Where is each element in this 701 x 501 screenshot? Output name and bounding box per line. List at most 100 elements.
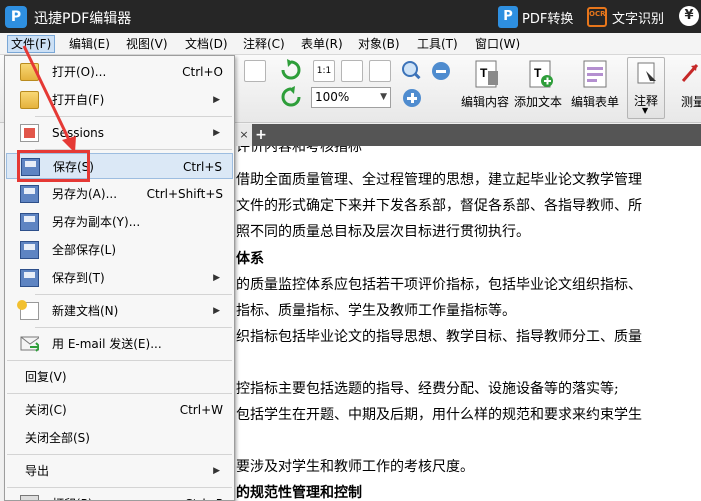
menu-item-export[interactable]: 导出 ▶ [6,458,233,484]
submenu-arrow-icon: ▶ [213,466,220,476]
menu-item-revert[interactable]: 回复(V) [6,364,233,390]
menu-item-new-document[interactable]: 新建文档(N) ▶ [6,298,233,324]
select-tool-icon[interactable] [244,60,266,82]
menu-item-label: 全部保存(L) [52,243,117,257]
menu-item-label: 打开自(F) [52,93,105,107]
menu-item-shortcut: Ctrl+S [182,160,222,174]
menu-item-save[interactable]: 保存(S) Ctrl+S [6,153,233,179]
menu-item-label: 关闭全部(S) [25,431,90,445]
title-bar: P 迅捷PDF编辑器 P PDF转换 OCR 文字识别 ¥ [0,0,701,33]
menu-item-open-from[interactable]: 打开自(F) ▶ [6,87,233,113]
file-menu-dropdown: 打开(O)... Ctrl+O 打开自(F) ▶ Sessions ▶ 保存(S… [4,55,235,501]
sessions-icon [20,124,39,142]
add-tab-button[interactable]: + [252,124,270,146]
menu-item-label: 保存(S) [53,160,94,174]
menu-item-sessions[interactable]: Sessions ▶ [6,120,233,146]
document-page: 评价内容和考核指标 借助全面质量管理、全过程管理的思想，建立起毕业论文教学管理 … [236,146,701,501]
submenu-arrow-icon: ▶ [213,128,220,138]
menu-item-shortcut: Ctrl+W [179,403,223,417]
edit-content-icon[interactable]: T [473,59,501,89]
menu-separator [35,294,232,295]
email-icon [20,336,39,352]
annotate-button[interactable]: 注释 ▼ [627,57,665,119]
save-to-icon [20,269,39,287]
menu-separator [35,327,232,328]
menu-item-label: 另存为(A)... [52,187,118,201]
menu-item-shortcut: Ctrl+O [182,65,223,79]
zoom-in-region-icon[interactable] [401,60,423,82]
rotate-counterclockwise-icon[interactable] [280,86,302,108]
menu-item-label: 新建文档(N) [52,304,119,318]
actual-size-icon[interactable]: 1:1 [313,60,335,82]
document-tab-bar: × + [236,124,701,146]
zoom-value: 100% [315,90,350,104]
menu-item-save-as[interactable]: 另存为(A)... Ctrl+Shift+S [6,181,233,207]
menu-view[interactable]: 视图(V) [123,35,171,53]
menu-item-shortcut: Ctrl+P [184,491,223,500]
menu-document[interactable]: 文档(D) [182,35,231,53]
menu-item-save-to[interactable]: 保存到(T) ▶ [6,265,233,291]
submenu-arrow-icon: ▶ [213,306,220,316]
pdf-convert-button[interactable]: P PDF转换 [498,5,573,29]
menu-item-label: 另存为副本(Y)... [52,215,141,229]
document-line: 织指标包括毕业论文的指导思想、教学目标、指导教师分工、质量 [236,329,642,345]
menu-item-email[interactable]: 用 E-mail 发送(E)... [6,331,233,357]
add-text-label[interactable]: 添加文本 [514,93,562,110]
document-line: 包括学生在开题、中期及后期，用什么样的规范和要求来约束学生 [236,407,642,423]
menu-edit[interactable]: 编辑(E) [66,35,113,53]
fit-width-icon[interactable] [369,60,391,82]
document-line: 照不同的质量总目标及层次目标进行贯彻执行。 [236,224,530,240]
menu-file[interactable]: 文件(F) [7,35,56,53]
menu-item-label: 保存到(T) [52,271,105,285]
pdf-convert-icon: P [498,6,518,28]
annotate-icon [637,62,656,84]
menu-separator [7,487,232,488]
menu-item-open[interactable]: 打开(O)... Ctrl+O [6,59,233,85]
measure-label[interactable]: 测量 [681,93,701,110]
edit-form-icon[interactable] [581,59,609,89]
ocr-label: 文字识别 [612,11,665,27]
ocr-button[interactable]: OCR 文字识别 [587,5,664,29]
menu-comment[interactable]: 注释(C) [240,35,288,53]
yen-icon[interactable]: ¥ [679,6,699,26]
menu-item-save-copy[interactable]: 另存为副本(Y)... [6,209,233,235]
add-text-icon[interactable]: T [527,59,555,89]
menu-item-label: 打开(O)... [52,65,107,79]
edit-form-label[interactable]: 编辑表单 [571,93,619,110]
printer-icon [20,495,39,500]
menu-item-print[interactable]: 打印(P)... Ctrl+P [6,491,233,500]
document-line: 文件的形式确定下来并下发各系部，督促各系部、各指导教师、所 [236,198,642,214]
menu-form[interactable]: 表单(R) [298,35,346,53]
edit-content-label[interactable]: 编辑内容 [461,93,509,110]
submenu-arrow-icon: ▶ [213,95,220,105]
save-all-icon [20,241,39,259]
menu-window[interactable]: 窗口(W) [472,35,523,53]
menu-item-label: Sessions [52,126,105,140]
close-tab-icon[interactable]: × [236,124,252,146]
document-line: 控指标主要包括选题的指导、经费分配、设施设备等的落实等; [236,381,619,397]
menu-item-label: 关闭(C) [25,403,67,417]
svg-text:T: T [534,66,542,80]
measure-icon[interactable] [679,61,701,87]
zoom-select[interactable]: 100% ▼ [311,87,391,108]
folder-open-icon [20,63,39,81]
document-heading: 的规范性管理和控制 [236,485,362,501]
menu-tools[interactable]: 工具(T) [414,35,461,53]
menu-separator [7,454,232,455]
menu-item-save-all[interactable]: 全部保存(L) [6,237,233,263]
zoom-out-icon[interactable] [430,60,452,82]
zoom-in-icon[interactable] [401,87,423,109]
menu-item-label: 用 E-mail 发送(E)... [52,337,162,351]
chevron-down-icon: ▼ [380,92,387,102]
app-logo-icon: P [5,6,27,28]
menu-item-close-all[interactable]: 关闭全部(S) [6,425,233,451]
chevron-down-icon: ▼ [642,106,649,115]
save-disk-icon [21,158,40,176]
menu-item-close[interactable]: 关闭(C) Ctrl+W [6,397,233,423]
menu-bar: 文件(F) 编辑(E) 视图(V) 文档(D) 注释(C) 表单(R) 对象(B… [0,33,701,55]
fit-page-icon[interactable] [341,60,363,82]
document-line: 要涉及对学生和教师工作的考核尺度。 [236,459,474,475]
rotate-clockwise-icon[interactable] [280,59,302,81]
document-line: 的质量监控体系应包括若干项评价指标，包括毕业论文组织指标、 [236,277,642,293]
menu-object[interactable]: 对象(B) [355,35,403,53]
